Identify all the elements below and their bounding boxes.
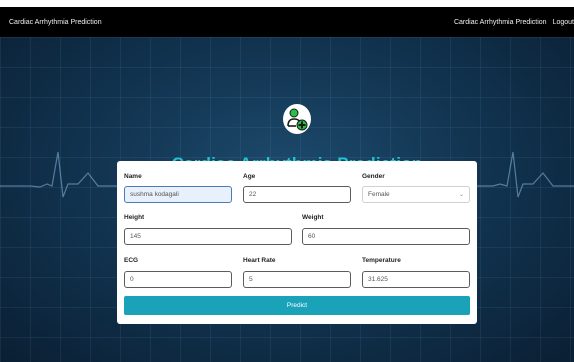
age-input[interactable] <box>243 186 351 203</box>
height-label: Height <box>124 214 145 221</box>
gender-label: Gender <box>362 173 385 180</box>
temperature-label: Temperature <box>362 257 401 264</box>
name-label: Name <box>124 173 142 180</box>
height-input[interactable] <box>124 228 292 245</box>
nav-link-logout[interactable]: Logout <box>553 19 574 26</box>
navbar: Cardiac Arrhythmia Prediction Cardiac Ar… <box>0 7 574 37</box>
gender-select[interactable]: Female ⌄ <box>362 186 470 203</box>
heart-rate-label: Heart Rate <box>243 257 276 264</box>
heart-rate-input[interactable] <box>243 271 351 288</box>
age-label: Age <box>243 173 256 180</box>
doctor-plus-icon <box>283 104 311 134</box>
weight-input[interactable] <box>302 228 470 245</box>
chevron-down-icon: ⌄ <box>458 192 464 198</box>
window-top-edge <box>0 0 574 7</box>
ecg-input[interactable] <box>124 271 232 288</box>
nav-link-home[interactable]: Cardiac Arrhythmia Prediction <box>454 19 547 26</box>
name-input[interactable] <box>124 186 232 203</box>
nav-links: Cardiac Arrhythmia Prediction Logout <box>448 7 574 37</box>
temperature-input[interactable] <box>362 271 470 288</box>
weight-label: Weight <box>302 214 324 221</box>
prediction-form: Name Age Gender Female ⌄ Height Weight E… <box>117 161 477 324</box>
nav-brand[interactable]: Cardiac Arrhythmia Prediction <box>9 19 102 26</box>
gender-selected-value: Female <box>368 191 390 198</box>
predict-button[interactable]: Predict <box>124 296 470 315</box>
ecg-label: ECG <box>124 257 139 264</box>
